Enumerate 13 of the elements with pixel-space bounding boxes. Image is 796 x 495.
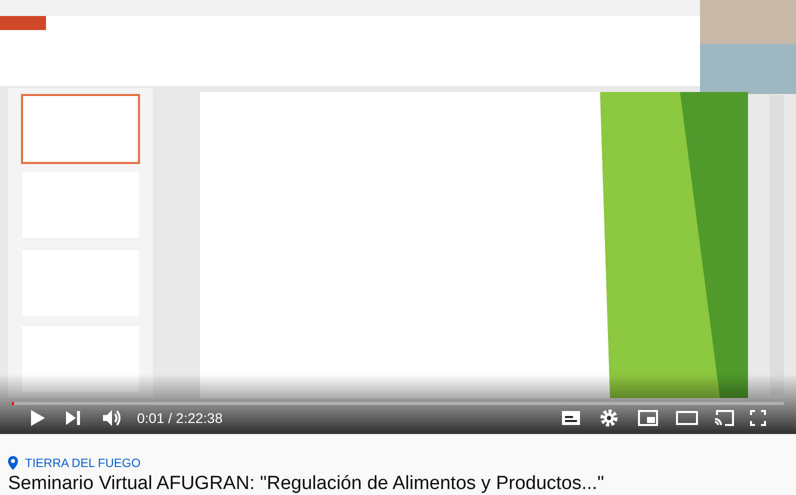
next-icon[interactable]: [66, 411, 80, 425]
cast-icon[interactable]: [714, 410, 734, 426]
fullscreen-icon[interactable]: [750, 410, 766, 426]
subtitles-icon[interactable]: [562, 411, 580, 425]
volume-icon[interactable]: [102, 408, 122, 428]
play-icon[interactable]: [30, 409, 46, 427]
theater-mode-icon[interactable]: [676, 411, 698, 425]
location-link[interactable]: TIERRA DEL FUEGO: [25, 454, 141, 472]
time-display: 0:01 / 2:22:38: [137, 408, 223, 428]
location-pin-icon: [8, 456, 18, 470]
miniplayer-icon[interactable]: [638, 410, 658, 426]
video-title: Seminario Virtual AFUGRAN: "Regulación de Alimentos y Productos...": [8, 472, 606, 495]
settings-icon[interactable]: [600, 409, 618, 427]
